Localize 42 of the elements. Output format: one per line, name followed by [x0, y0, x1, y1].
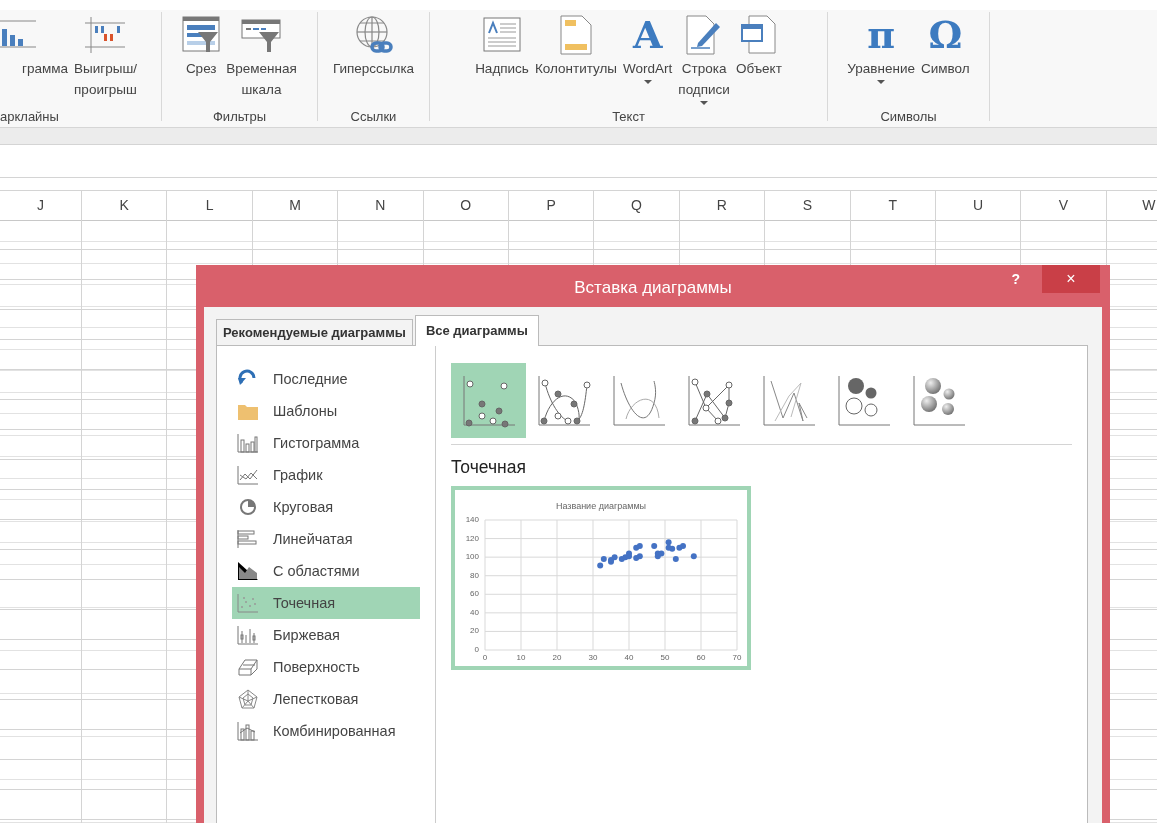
- group-label: Текст: [611, 108, 646, 126]
- axis-label: 40: [470, 607, 479, 617]
- axis-label: 40: [624, 653, 634, 662]
- axis-label: 80: [470, 570, 479, 580]
- group-label: Ссылки: [349, 108, 398, 126]
- ribbon-label: шкала: [241, 81, 282, 99]
- window-title: Вставка диаграммы: [574, 278, 732, 298]
- ribbon-label: Выигрыш/: [74, 60, 137, 78]
- ribbon-label: Гиперссылка: [332, 60, 415, 78]
- axis-label: 20: [470, 626, 479, 636]
- ribbon-label: Символ: [920, 60, 970, 78]
- group-label: Символы: [879, 108, 938, 126]
- axis-label: 50: [660, 653, 670, 662]
- ribbon-label: Срез: [185, 60, 217, 78]
- ribbon-label: проигрыш: [74, 81, 137, 99]
- glyph-icon: Ω: [928, 15, 963, 55]
- axis-label: 0: [482, 653, 488, 662]
- axis-label: 10: [516, 653, 526, 662]
- axis-label: 60: [696, 653, 706, 662]
- ribbon-label: Объект: [735, 60, 782, 78]
- group-label: Фильтры: [212, 108, 267, 126]
- ribbon-label: Надпись: [475, 60, 529, 78]
- chart-title: Название диаграммы: [555, 501, 647, 511]
- ribbon-label: WordArt: [623, 60, 673, 78]
- ribbon-label: Колонтитулы: [534, 60, 618, 78]
- axis-label: 120: [465, 533, 479, 543]
- glyph-icon: π: [867, 15, 896, 55]
- group-label: арклайны: [0, 108, 60, 126]
- axis-label: 0: [474, 645, 479, 654]
- ribbon-label: Уравнение: [847, 60, 915, 78]
- axis-label: 30: [588, 653, 598, 662]
- axis-label: 70: [732, 653, 742, 662]
- axis-label: 100: [465, 552, 479, 562]
- axis-label: 20: [552, 653, 562, 662]
- glyph-icon: A: [632, 15, 663, 55]
- axis-label: 60: [470, 589, 479, 599]
- section-title: Точечная: [451, 457, 527, 478]
- ribbon-label: Строка: [681, 60, 727, 78]
- ribbon-label: подписи: [678, 81, 730, 99]
- ribbon-label: Временная: [226, 60, 297, 78]
- ribbon-label: грамма: [22, 60, 68, 78]
- axis-label: 140: [465, 515, 479, 524]
